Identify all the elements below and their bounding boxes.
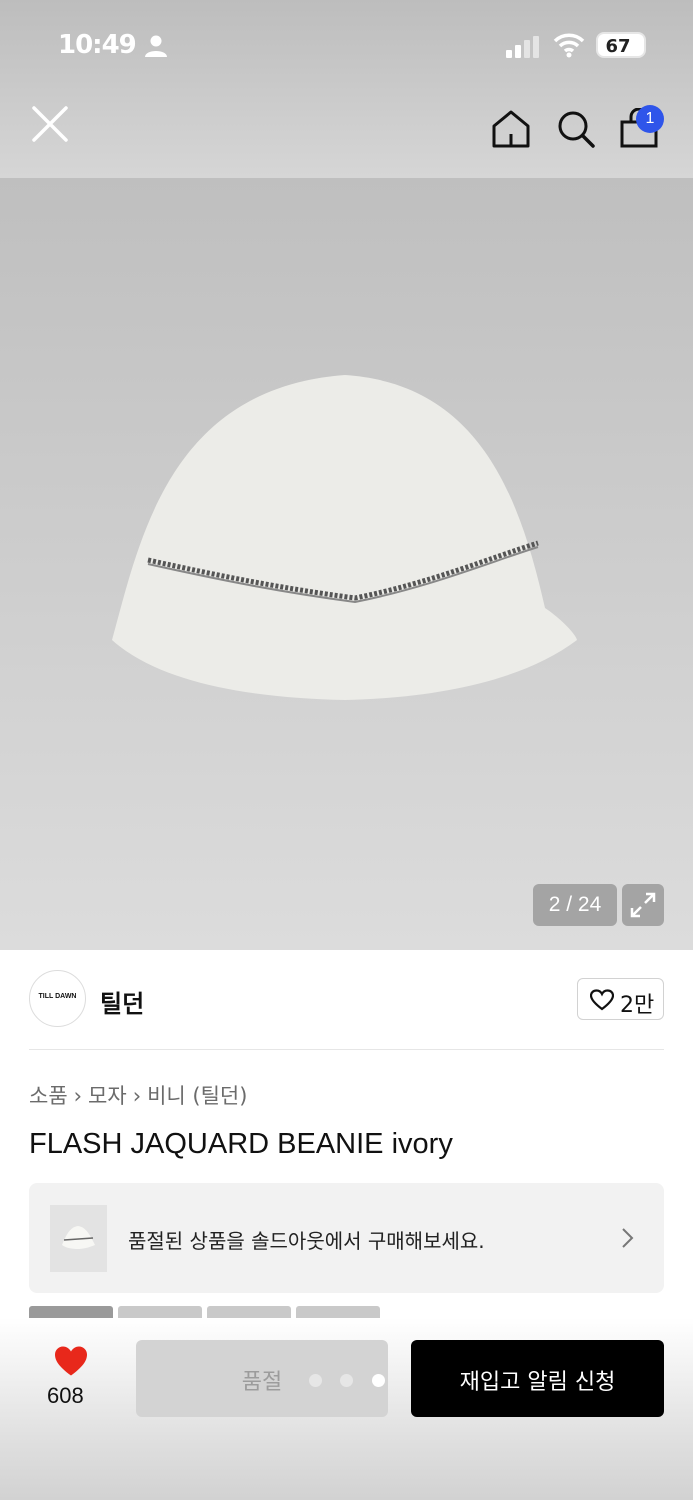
option-tab[interactable] xyxy=(207,1306,291,1318)
chevron-right-icon: › xyxy=(73,1084,83,1108)
beanie-image xyxy=(112,375,577,700)
like-count: 2만 xyxy=(620,993,655,1018)
soldout-thumbnail xyxy=(50,1205,107,1272)
cart-badge: 1 xyxy=(636,105,664,133)
breadcrumb: 소품 › 모자 › 비니 (틸던) xyxy=(29,1080,247,1110)
chevron-right-icon: › xyxy=(132,1084,142,1108)
home-icon[interactable] xyxy=(490,108,532,150)
chevron-right-icon xyxy=(622,1228,634,1248)
brand-name[interactable]: 틸던 xyxy=(100,984,144,1019)
person-icon xyxy=(145,35,167,57)
restock-button-label: 재입고 알림 신청 xyxy=(459,1370,616,1395)
restock-alert-button[interactable]: 재입고 알림 신청 xyxy=(411,1340,664,1417)
brand-logo[interactable]: TILL DAWN xyxy=(29,970,86,1027)
brand-logo-text: TILL DAWN xyxy=(38,993,77,1000)
heart-outline-icon xyxy=(590,989,614,1011)
divider xyxy=(29,1049,664,1050)
image-counter: 2 / 24 xyxy=(533,884,617,926)
breadcrumb-item[interactable]: 소품 xyxy=(29,1084,68,1108)
breadcrumb-item[interactable]: 모자 xyxy=(88,1084,127,1108)
status-time: 10:49 xyxy=(58,30,137,60)
expand-icon xyxy=(630,892,656,918)
option-tab[interactable] xyxy=(118,1306,202,1318)
option-tab[interactable] xyxy=(296,1306,380,1318)
signal-icon xyxy=(506,36,539,58)
like-button[interactable]: 2만 xyxy=(577,978,664,1020)
battery-icon: 67 xyxy=(596,32,646,58)
pager-dot xyxy=(309,1374,322,1387)
product-image[interactable] xyxy=(0,178,693,950)
wish-count: 608 xyxy=(47,1383,84,1408)
option-tab[interactable] xyxy=(29,1306,113,1318)
close-icon[interactable] xyxy=(30,104,70,144)
soldout-banner-text: 품절된 상품을 솔드아웃에서 구매해보세요. xyxy=(128,1229,485,1253)
search-icon[interactable] xyxy=(555,108,597,150)
pager-dot-active xyxy=(372,1374,385,1387)
breadcrumb-item[interactable]: 비니 (틸던) xyxy=(147,1084,247,1108)
top-area xyxy=(0,0,693,178)
pager-dot xyxy=(340,1374,353,1387)
battery-level: 67 xyxy=(605,36,631,57)
heart-filled-icon[interactable] xyxy=(53,1345,89,1377)
soldout-banner[interactable]: 품절된 상품을 솔드아웃에서 구매해보세요. xyxy=(29,1183,664,1293)
beanie-thumbnail xyxy=(62,1226,95,1249)
wifi-icon xyxy=(553,33,585,58)
product-title: FLASH JAQUARD BEANIE ivory xyxy=(29,1128,453,1160)
expand-button[interactable] xyxy=(622,884,664,926)
